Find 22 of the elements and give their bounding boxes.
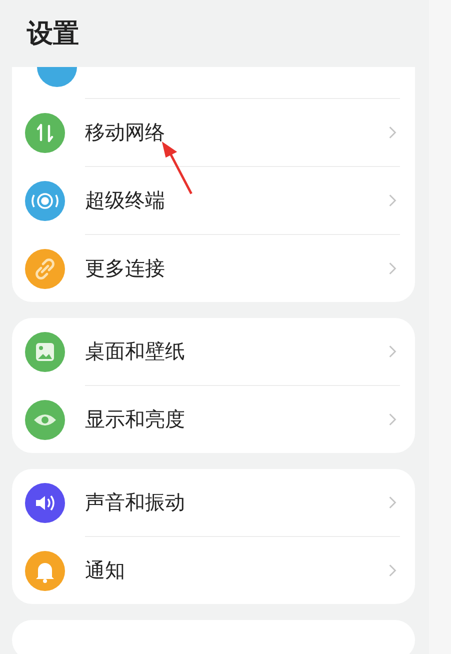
- settings-item[interactable]: 超级终端: [12, 167, 415, 234]
- chevron-right-icon: [388, 495, 397, 510]
- chevron-right-icon: [388, 344, 397, 359]
- item-label: 超级终端: [85, 187, 166, 214]
- page-title: 设置: [27, 18, 79, 51]
- settings-item[interactable]: 移动网络: [12, 99, 415, 166]
- item-label: 通知: [85, 557, 126, 584]
- settings-item[interactable]: 桌面和壁纸: [12, 318, 415, 385]
- chevron-right-icon: [388, 193, 397, 208]
- chevron-right-icon: [388, 261, 397, 276]
- settings-item[interactable]: 通知: [12, 537, 415, 604]
- settings-item[interactable]: 更多连接: [12, 235, 415, 302]
- chevron-right-icon: [388, 125, 397, 140]
- item-label: 桌面和壁纸: [85, 338, 186, 365]
- settings-item[interactable]: 声音和振动: [12, 469, 415, 536]
- item-label: 更多连接: [85, 255, 166, 282]
- settings-item[interactable]: 显示和亮度: [12, 386, 415, 453]
- item-label: 声音和振动: [85, 489, 186, 516]
- chevron-right-icon: [388, 412, 397, 427]
- chevron-right-icon: [388, 563, 397, 578]
- item-label: 显示和亮度: [85, 406, 186, 433]
- item-label: 移动网络: [85, 119, 166, 146]
